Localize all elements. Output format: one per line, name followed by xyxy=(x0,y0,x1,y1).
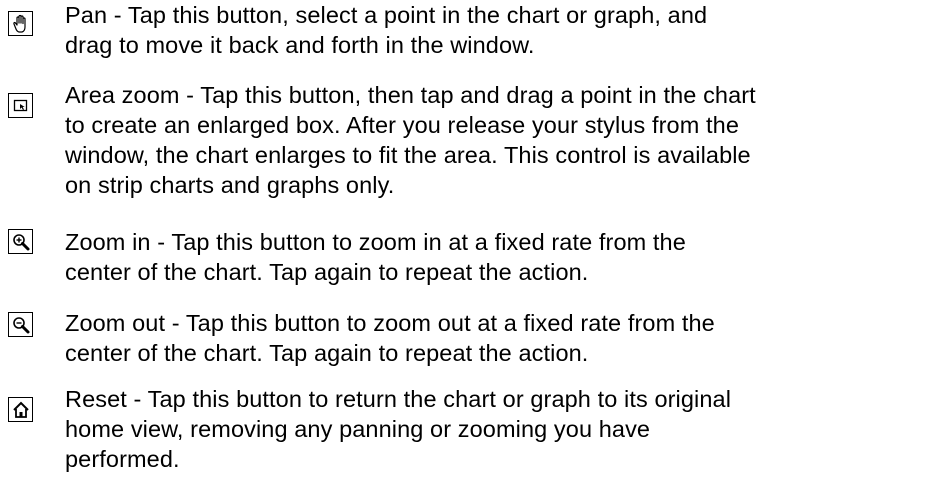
pan-button[interactable] xyxy=(8,11,33,36)
area-zoom-button[interactable] xyxy=(8,93,33,118)
zoom-out-button[interactable] xyxy=(8,312,33,337)
pan-hand-icon xyxy=(12,14,26,33)
area-zoom-icon xyxy=(13,99,27,111)
zoom-in-icon xyxy=(12,233,29,250)
area-zoom-description: Area zoom - Tap this button, then tap an… xyxy=(65,82,756,198)
zoom-out-description: Zoom out - Tap this button to zoom out a… xyxy=(65,310,715,366)
zoom-in-button[interactable] xyxy=(8,229,33,254)
reset-button[interactable] xyxy=(8,397,33,422)
reset-description: Reset - Tap this button to return the ch… xyxy=(65,386,732,472)
pan-description: Pan - Tap this button, select a point in… xyxy=(65,2,708,58)
home-icon xyxy=(12,401,29,418)
zoom-out-icon xyxy=(12,316,29,333)
zoom-in-description: Zoom in - Tap this button to zoom in at … xyxy=(65,229,686,285)
